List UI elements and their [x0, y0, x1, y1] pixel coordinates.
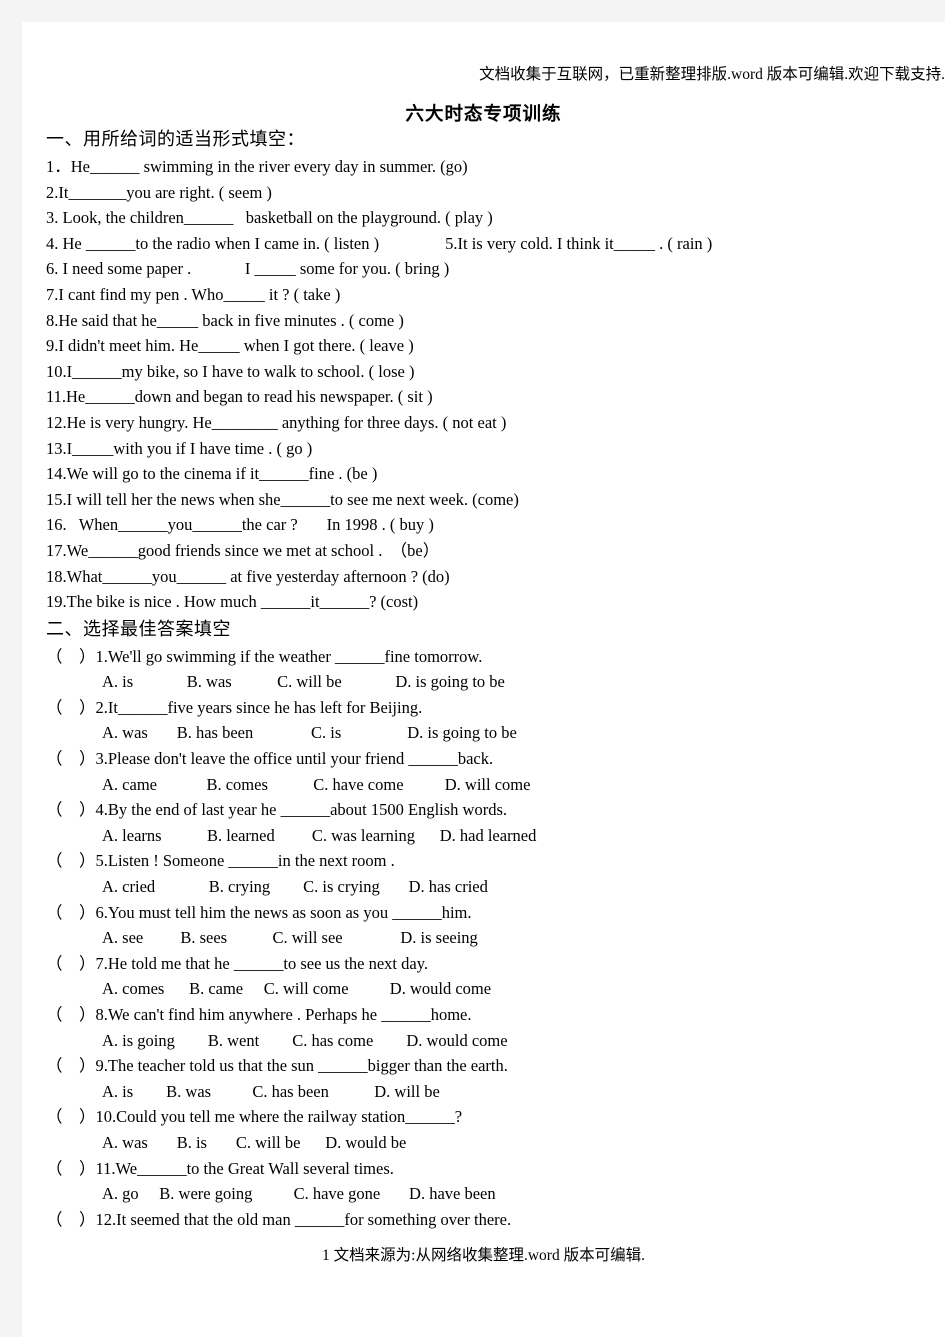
header-watermark: 文档收集于互联网，已重新整理排版.word 版本可编辑.欢迎下载支持.: [479, 66, 945, 83]
mc-question-stem: （ ）11.We______to the Great Wall several …: [46, 1158, 394, 1178]
mc-question-options: A. cried B. crying C. is crying D. has c…: [102, 877, 488, 897]
mc-question-stem: （ ）8.We can't find him anywhere . Perhap…: [46, 1005, 472, 1024]
mc-question-options: A. is B. was C. will be D. is going to b…: [102, 672, 505, 692]
document-page: 文档收集于互联网，已重新整理排版.word 版本可编辑.欢迎下载支持. 六大时态…: [22, 22, 945, 1337]
mc-question-stem: （ ）2.It______five years since he has lef…: [46, 697, 423, 717]
fill-blank-item: 14.We will go to the cinema if it______f…: [46, 464, 378, 484]
fill-blank-item: 8.He said that he_____ back in five minu…: [46, 310, 404, 330]
mc-question-stem: （ ）9.The teacher told us that the sun __…: [46, 1056, 508, 1076]
fill-blank-item: 9.I didn't meet him. He_____ when I got …: [46, 336, 414, 356]
fill-blank-item: 13.I_____with you if I have time . ( go …: [46, 438, 313, 458]
fill-blank-item: 4. He ______to the radio when I came in.…: [46, 233, 713, 253]
fill-blank-item: 6. I need some paper . I _____ some for …: [46, 259, 450, 279]
mc-question-stem: （ ）6.You must tell him the news as soon …: [46, 902, 472, 922]
footer-watermark: 1 文档来源为:从网络收集整理.word 版本可编辑.: [322, 1247, 645, 1264]
mc-question-options: A. is going B. went C. has come D. would…: [102, 1030, 508, 1050]
fill-blank-item: 11.He______down and began to read his ne…: [46, 387, 433, 407]
mc-question-options: A. came B. comes C. have come D. will co…: [102, 774, 531, 794]
fill-blank-item: 16. When______you______the car ? In 1998…: [46, 515, 434, 535]
fill-blank-item: 17.We______good friends since we met at …: [46, 540, 440, 560]
mc-question-stem: （ ）12.It seemed that the old man ______f…: [46, 1209, 512, 1229]
fill-blank-item: 10.I______my bike, so I have to walk to …: [46, 361, 415, 381]
fill-blank-item: 3. Look, the children______ basketball o…: [46, 208, 493, 228]
section-one-heading: 一、用所给词的适当形式填空：: [46, 129, 305, 149]
mc-question-stem: （ ）4.By the end of last year he ______ab…: [46, 800, 508, 820]
mc-question-options: A. comes B. came C. will come D. would c…: [102, 979, 492, 999]
mc-question-stem: （ ）3.Please don't leave the office until…: [46, 749, 494, 769]
mc-question-options: A. is B. was C. has been D. will be: [102, 1081, 440, 1101]
mc-question-options: A. was B. has been C. is D. is going to …: [102, 723, 517, 743]
page-title: 六大时态专项训练: [405, 105, 562, 125]
mc-question-options: A. was B. is C. will be D. would be: [102, 1132, 407, 1152]
mc-question-options: A. see B. sees C. will see D. is seeing: [102, 928, 478, 948]
fill-blank-item: 15.I will tell her the news when she____…: [46, 489, 519, 509]
fill-blank-item: 7.I cant find my pen . Who_____ it ? ( t…: [46, 284, 341, 304]
section-two-heading: 二、选择最佳答案填空: [46, 618, 231, 639]
mc-question-stem: （ ）1.We'll go swimming if the weather __…: [46, 646, 483, 666]
document-body: 一、用所给词的适当形式填空： 1．He______ swimming in th…: [46, 126, 926, 1232]
mc-question-options: A. go B. were going C. have gone D. have…: [102, 1184, 496, 1204]
fill-blank-item: 19.The bike is nice . How much ______it_…: [46, 592, 419, 612]
mc-question-stem: （ ）5.Listen ! Someone ______in the next …: [46, 851, 395, 871]
mc-question-stem: （ ）7.He told me that he ______to see us …: [46, 953, 429, 973]
fill-blank-item: 18.What______you______ at five yesterday…: [46, 566, 450, 586]
mc-question-options: A. learns B. learned C. was learning D. …: [102, 825, 537, 845]
fill-blank-item: 2.It_______you are right. ( seem ): [46, 182, 272, 202]
fill-blank-item: 12.He is very hungry. He________ anythin…: [46, 412, 507, 432]
mc-question-stem: （ ）10.Could you tell me where the railwa…: [46, 1107, 463, 1127]
fill-blank-item: 1．He______ swimming in the river every d…: [46, 157, 468, 176]
